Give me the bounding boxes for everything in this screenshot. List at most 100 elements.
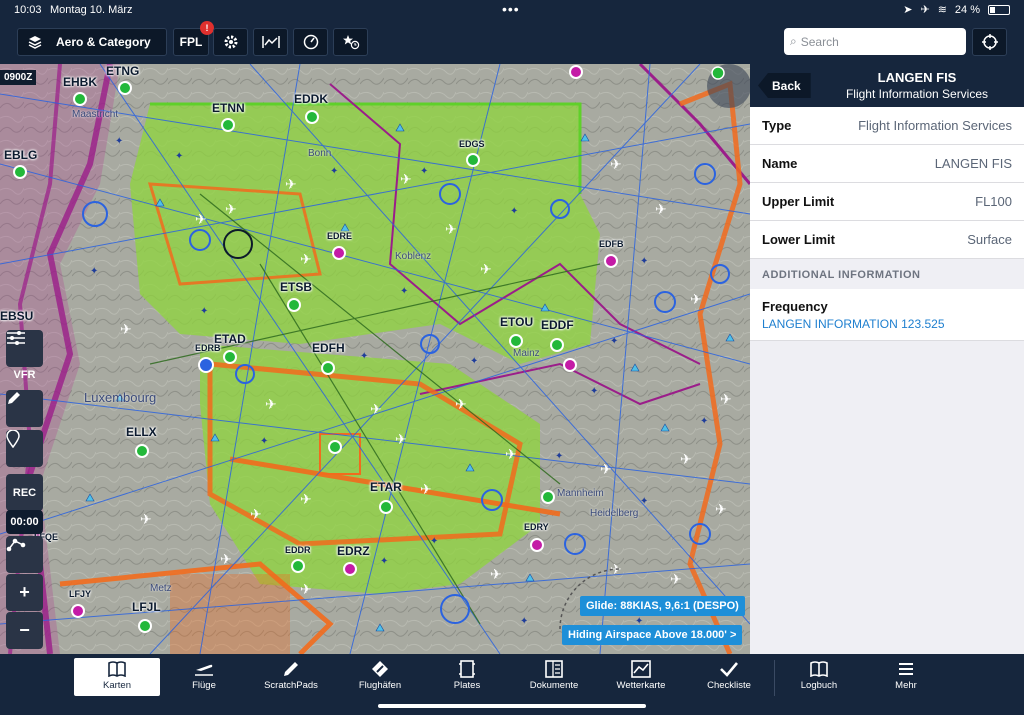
search-input[interactable] [800,34,951,49]
tab-label: Mehr [895,680,917,691]
crosshair-icon [981,34,998,50]
frequency-row[interactable]: Frequency LANGEN INFORMATION 123.525 [750,289,1024,341]
airport-label[interactable]: ETNN [212,101,245,115]
panel-header: Back LANGEN FIS Flight Information Servi… [750,64,1024,107]
tab-karten[interactable]: Karten [74,658,160,696]
airport-label[interactable]: EDDK [294,92,328,106]
svg-text:✈: ✈ [480,262,492,278]
tab-scratchpads[interactable]: ScratchPads [248,658,334,696]
svg-text:✈: ✈ [505,447,517,463]
airport-label[interactable]: EDRE [327,231,352,241]
airport-label[interactable]: ETOU [500,315,533,329]
svg-text:✦: ✦ [520,616,528,627]
airport-label[interactable]: EBLG [4,148,37,162]
back-button[interactable]: Back [758,73,811,98]
chart-canvas[interactable]: ✈✈✈ ✈✈✈ ✈✈✈ ✈✈✈ ✈✈✈ ✈✈✈ ✈✈✈ ✈✈✈ ✈✈✈ ✈ ✈ ✦… [0,64,750,654]
flight-timer[interactable]: 00:00 [6,510,43,534]
svg-text:✦: ✦ [175,151,183,162]
tab-checkliste[interactable]: Checkliste [686,658,772,696]
instruments-button[interactable] [293,28,328,56]
layers-icon [28,36,42,49]
tab-label: Flüge [192,680,216,691]
status-bar: 10:03 Montag 10. März ••• ➤ ✈ ≋ 24 % [0,0,1024,20]
airport-label[interactable]: EDGS [459,139,485,149]
airport-label[interactable]: EHBK [63,75,97,89]
airport-label[interactable]: LFJY [69,589,91,599]
draw-button[interactable] [6,390,43,427]
record-track-button[interactable]: REC [6,474,43,511]
vfr-chart-button[interactable]: VFR [6,362,43,388]
favorites-recent-button[interactable] [333,28,368,56]
status-date: Montag 10. März [50,4,133,16]
tab-fluege[interactable]: Flüge [161,658,247,696]
detail-row-upper-limit: Upper Limit FL100 [750,183,1024,221]
tab-label: Flughäfen [358,680,402,691]
zoom-out-button[interactable]: − [6,612,43,649]
tab-flughaefen[interactable]: Flughäfen [337,658,423,696]
home-indicator[interactable] [378,704,646,708]
airport-label[interactable]: EDFH [312,341,345,355]
city-label: Mannheim [557,488,604,499]
svg-text:✈: ✈ [395,432,407,448]
airport-label[interactable]: EDRB [195,343,221,353]
svg-text:✦: ✦ [360,351,368,362]
svg-text:✈: ✈ [300,582,312,598]
map-timestamp: 0900Z [0,70,37,85]
svg-text:✦: ✦ [590,386,598,397]
track-up-button[interactable] [972,28,1007,56]
tab-plates[interactable]: Plates [424,658,510,696]
tab-logbuch[interactable]: Logbuch [776,658,862,696]
detail-row-lower-limit: Lower Limit Surface [750,221,1024,259]
moving-map[interactable]: ✈ ✈ ✈ ✈ ✈ ✈ ✈ ✈ ✈ ✈ ✈ ✈ ✈ ✈ ✈ ✈ ✈ ✈ ✈ ✈ ✈ ✈ ✈ ✈ ✈ ✈ ✈ ✈ ✈ ✦… [0,64,750,654]
svg-text:✦: ✦ [640,256,648,267]
svg-text:✦: ✦ [555,451,563,462]
airport-label[interactable]: ETNG [106,64,139,78]
airport-label[interactable]: ETSB [280,280,312,294]
svg-text:✦: ✦ [380,556,388,567]
detail-key: Upper Limit [762,194,835,209]
settings-button[interactable] [213,28,248,56]
svg-text:✦: ✦ [115,136,123,147]
airport-label[interactable]: LFJL [132,600,161,614]
tab-label: ScratchPads [264,680,318,691]
minus-icon: − [19,620,30,640]
airport-label[interactable]: ELLX [126,425,157,439]
glide-advisory[interactable]: Glide: 88KIAS, 9,6:1 (DESPO) [580,596,745,616]
route-nodes-icon [6,538,26,552]
vertical-profile-icon [261,36,280,48]
search-field[interactable]: ⌕ [784,28,966,55]
airport-label[interactable]: EDRY [524,522,549,532]
airport-label[interactable]: EBSU [0,309,33,323]
fpl-button[interactable]: FPL ! [173,21,214,56]
rec-label: REC [12,486,37,499]
svg-text:✈: ✈ [400,172,412,188]
location-arrow-icon: ➤ [903,4,913,16]
tab-wetterkarte[interactable]: Wetterkarte [598,658,684,696]
layer-selector-button[interactable]: Aero & Category [17,28,167,56]
airport-label[interactable]: EDDR [285,545,311,555]
airport-label[interactable]: EDDF [541,318,574,332]
tab-dokumente[interactable]: Dokumente [511,658,597,696]
airport-label[interactable]: EDFB [599,239,624,249]
tab-mehr[interactable]: Mehr [863,658,949,696]
waypoint-button[interactable] [6,430,43,467]
profile-view-button[interactable] [253,28,288,56]
multitask-dots-icon[interactable]: ••• [502,1,520,17]
vfr-label: VFR [13,369,36,381]
route-edit-button[interactable] [6,536,43,573]
battery-icon [988,4,1010,15]
section-header: ADDITIONAL INFORMATION [750,261,1024,289]
documents-icon [545,660,563,678]
map-book-icon [108,661,126,677]
svg-text:✈: ✈ [420,482,432,498]
hiding-airspace-banner[interactable]: Hiding Airspace Above 18.000' > [562,625,743,645]
timer-value: 00:00 [10,516,39,528]
airport-label[interactable]: EDRZ [337,544,370,558]
svg-text:✈: ✈ [220,552,232,568]
detail-value: LANGEN FIS [934,156,1012,171]
airport-label[interactable]: ETAR [370,480,402,494]
svg-text:✈: ✈ [370,402,382,418]
zoom-in-button[interactable]: + [6,574,43,611]
svg-text:✦: ✦ [510,206,518,217]
gauge-icon [303,34,318,50]
